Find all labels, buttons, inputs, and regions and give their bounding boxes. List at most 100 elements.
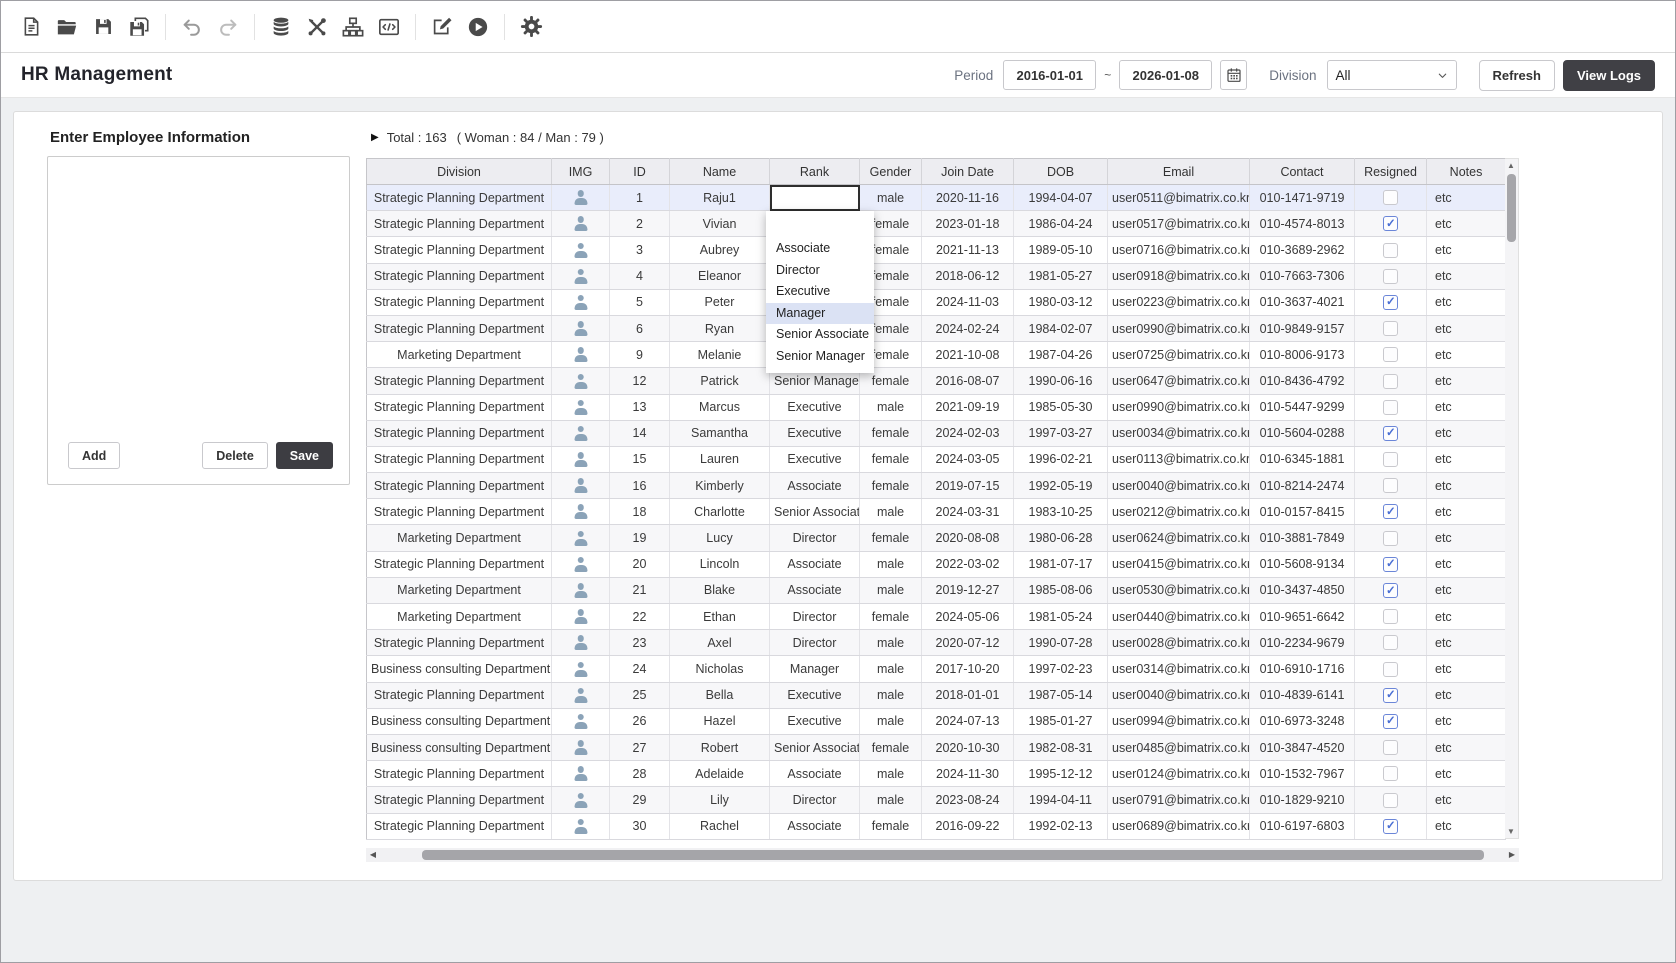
rank-option[interactable]: Associate bbox=[766, 238, 874, 260]
cell-rank[interactable]: Director bbox=[770, 525, 860, 551]
cell-join-date[interactable]: 2019-07-15 bbox=[922, 473, 1014, 499]
cell-notes[interactable]: etc bbox=[1427, 342, 1506, 368]
cell-img[interactable] bbox=[552, 263, 610, 289]
resigned-checkbox[interactable] bbox=[1383, 662, 1398, 677]
cell-id[interactable]: 22 bbox=[610, 604, 670, 630]
cell-email[interactable]: user0113@bimatrix.co.kr bbox=[1108, 446, 1250, 472]
cell-notes[interactable]: etc bbox=[1427, 420, 1506, 446]
table-row[interactable]: Strategic Planning Department6Ryanfemale… bbox=[367, 315, 1506, 341]
cell-division[interactable]: Strategic Planning Department bbox=[367, 630, 552, 656]
cell-notes[interactable]: etc bbox=[1427, 656, 1506, 682]
rank-option[interactable]: Senior Manager bbox=[766, 346, 874, 368]
cell-dob[interactable]: 1989-05-10 bbox=[1014, 237, 1108, 263]
cell-notes[interactable]: etc bbox=[1427, 263, 1506, 289]
cell-join-date[interactable]: 2023-08-24 bbox=[922, 787, 1014, 813]
cell-gender[interactable]: male bbox=[860, 551, 922, 577]
cell-dob[interactable]: 1981-05-27 bbox=[1014, 263, 1108, 289]
column-header-contact[interactable]: Contact bbox=[1250, 159, 1355, 185]
cell-division[interactable]: Strategic Planning Department bbox=[367, 787, 552, 813]
cell-name[interactable]: Kimberly bbox=[670, 473, 770, 499]
table-row[interactable]: Strategic Planning Department14SamanthaE… bbox=[367, 420, 1506, 446]
cell-id[interactable]: 27 bbox=[610, 734, 670, 760]
cell-dob[interactable]: 1997-03-27 bbox=[1014, 420, 1108, 446]
cell-email[interactable]: user0034@bimatrix.co.kr bbox=[1108, 420, 1250, 446]
cell-rank[interactable]: Senior Associate bbox=[770, 499, 860, 525]
cell-email[interactable]: user0440@bimatrix.co.kr bbox=[1108, 604, 1250, 630]
sitemap-button[interactable] bbox=[335, 9, 371, 45]
cell-dob[interactable]: 1987-04-26 bbox=[1014, 342, 1108, 368]
cell-division[interactable]: Business consulting Department bbox=[367, 734, 552, 760]
cell-id[interactable]: 30 bbox=[610, 813, 670, 839]
cell-gender[interactable]: female bbox=[860, 446, 922, 472]
cell-resigned[interactable] bbox=[1355, 708, 1427, 734]
cell-resigned[interactable] bbox=[1355, 604, 1427, 630]
scroll-left-arrow-icon[interactable]: ◀ bbox=[366, 848, 380, 862]
cell-email[interactable]: user0040@bimatrix.co.kr bbox=[1108, 473, 1250, 499]
cell-gender[interactable]: female bbox=[860, 604, 922, 630]
resigned-checkbox[interactable] bbox=[1383, 190, 1398, 205]
cell-notes[interactable]: etc bbox=[1427, 604, 1506, 630]
cell-img[interactable] bbox=[552, 708, 610, 734]
cell-rank[interactable]: Manager bbox=[770, 656, 860, 682]
cell-rank[interactable]: Executive bbox=[770, 394, 860, 420]
cell-join-date[interactable]: 2016-08-07 bbox=[922, 368, 1014, 394]
save-all-button[interactable] bbox=[121, 9, 157, 45]
cell-division[interactable]: Marketing Department bbox=[367, 342, 552, 368]
cell-rank[interactable]: Executive bbox=[770, 682, 860, 708]
cell-id[interactable]: 29 bbox=[610, 787, 670, 813]
cell-contact[interactable]: 010-3637-4021 bbox=[1250, 289, 1355, 315]
cell-division[interactable]: Strategic Planning Department bbox=[367, 813, 552, 839]
cell-id[interactable]: 9 bbox=[610, 342, 670, 368]
cell-email[interactable]: user0415@bimatrix.co.kr bbox=[1108, 551, 1250, 577]
cell-join-date[interactable]: 2018-01-01 bbox=[922, 682, 1014, 708]
cell-dob[interactable]: 1996-02-21 bbox=[1014, 446, 1108, 472]
scroll-down-arrow-icon[interactable]: ▼ bbox=[1505, 825, 1517, 838]
cell-email[interactable]: user0124@bimatrix.co.kr bbox=[1108, 761, 1250, 787]
cell-join-date[interactable]: 2019-12-27 bbox=[922, 577, 1014, 603]
table-row[interactable]: Strategic Planning Department29LilyDirec… bbox=[367, 787, 1506, 813]
vertical-scroll-thumb[interactable] bbox=[1507, 174, 1516, 242]
cell-division[interactable]: Strategic Planning Department bbox=[367, 289, 552, 315]
cell-rank[interactable] bbox=[770, 185, 860, 211]
cell-resigned[interactable] bbox=[1355, 211, 1427, 237]
cell-name[interactable]: Lily bbox=[670, 787, 770, 813]
cell-dob[interactable]: 1994-04-11 bbox=[1014, 787, 1108, 813]
cell-email[interactable]: user0990@bimatrix.co.kr bbox=[1108, 315, 1250, 341]
cell-dob[interactable]: 1985-08-06 bbox=[1014, 577, 1108, 603]
cell-img[interactable] bbox=[552, 813, 610, 839]
cell-join-date[interactable]: 2021-10-08 bbox=[922, 342, 1014, 368]
cell-rank[interactable]: Director bbox=[770, 604, 860, 630]
cell-resigned[interactable] bbox=[1355, 630, 1427, 656]
cell-email[interactable]: user0647@bimatrix.co.kr bbox=[1108, 368, 1250, 394]
cell-id[interactable]: 21 bbox=[610, 577, 670, 603]
cell-name[interactable]: Axel bbox=[670, 630, 770, 656]
rank-option[interactable]: Executive bbox=[766, 281, 874, 303]
cell-dob[interactable]: 1992-02-13 bbox=[1014, 813, 1108, 839]
cell-img[interactable] bbox=[552, 237, 610, 263]
cell-email[interactable]: user0918@bimatrix.co.kr bbox=[1108, 263, 1250, 289]
cell-dob[interactable]: 1980-03-12 bbox=[1014, 289, 1108, 315]
rank-option[interactable]: Manager bbox=[766, 303, 874, 325]
cell-notes[interactable]: etc bbox=[1427, 368, 1506, 394]
cell-resigned[interactable] bbox=[1355, 342, 1427, 368]
cell-email[interactable]: user0040@bimatrix.co.kr bbox=[1108, 682, 1250, 708]
table-row[interactable]: Strategic Planning Department5Peterfemal… bbox=[367, 289, 1506, 315]
cell-division[interactable]: Strategic Planning Department bbox=[367, 211, 552, 237]
cell-join-date[interactable]: 2020-10-30 bbox=[922, 734, 1014, 760]
cell-dob[interactable]: 1986-04-24 bbox=[1014, 211, 1108, 237]
table-row[interactable]: Strategic Planning Department18Charlotte… bbox=[367, 499, 1506, 525]
refresh-button[interactable]: Refresh bbox=[1479, 60, 1555, 91]
cell-email[interactable]: user0485@bimatrix.co.kr bbox=[1108, 734, 1250, 760]
cell-division[interactable]: Strategic Planning Department bbox=[367, 394, 552, 420]
cell-dob[interactable]: 1992-05-19 bbox=[1014, 473, 1108, 499]
resigned-checkbox[interactable] bbox=[1383, 347, 1398, 362]
cell-dob[interactable]: 1984-02-07 bbox=[1014, 315, 1108, 341]
cell-contact[interactable]: 010-6973-3248 bbox=[1250, 708, 1355, 734]
cell-id[interactable]: 1 bbox=[610, 185, 670, 211]
cell-contact[interactable]: 010-6910-1716 bbox=[1250, 656, 1355, 682]
cell-division[interactable]: Business consulting Department bbox=[367, 708, 552, 734]
horizontal-scrollbar[interactable]: ◀ ▶ bbox=[366, 848, 1519, 862]
cell-gender[interactable]: male bbox=[860, 630, 922, 656]
cell-gender[interactable]: female bbox=[860, 473, 922, 499]
table-row[interactable]: Strategic Planning Department1Raju1male2… bbox=[367, 185, 1506, 211]
